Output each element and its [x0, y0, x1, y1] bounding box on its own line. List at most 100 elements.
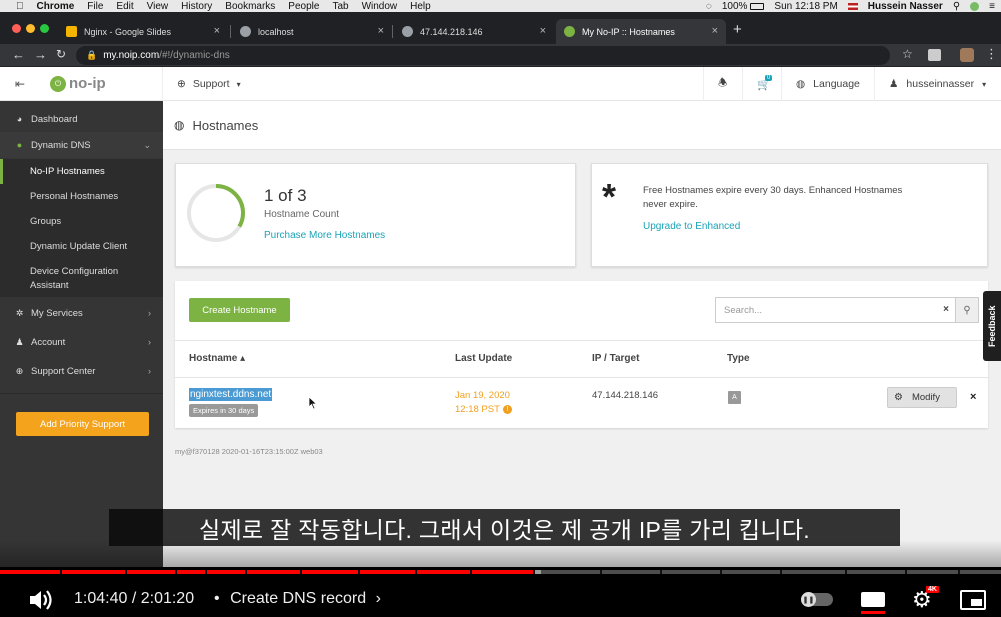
upgrade-link[interactable]: Upgrade to Enhanced — [643, 221, 740, 232]
type-badge: A — [728, 391, 741, 404]
extension-icon[interactable] — [928, 49, 941, 61]
tab-google-slides[interactable]: Nginx - Google Slides × — [58, 19, 228, 44]
search-button[interactable]: ⚲ — [956, 297, 979, 323]
purchase-more-link[interactable]: Purchase More Hostnames — [264, 230, 385, 241]
lock-icon[interactable]: 🔒 — [86, 50, 97, 61]
search-input[interactable]: Search... × — [715, 297, 956, 323]
asterisk-icon: * — [602, 176, 617, 217]
menu-user[interactable]: Hussein Nasser — [868, 1, 943, 12]
menu-help[interactable]: Help — [410, 1, 431, 12]
noip-logo[interactable]: ⏻ no-ip — [50, 75, 106, 92]
address-bar[interactable]: 🔒 my.noip.com /#!/dynamic-dns — [76, 46, 890, 65]
sidebar-item-dashboard[interactable]: ◕ Dashboard — [0, 106, 163, 132]
info-icon[interactable]: ! — [502, 405, 512, 414]
sidebar-item-dynamic-dns[interactable]: ● Dynamic DNS ⌄ — [0, 132, 163, 158]
bookmark-star-icon[interactable]: ☆ — [902, 47, 913, 61]
tab-ip-address[interactable]: 47.144.218.146 × — [394, 19, 554, 44]
new-tab-plus-icon[interactable]: + — [733, 21, 742, 38]
lifebuoy-icon: ⊕ — [15, 365, 24, 376]
url-path: /#!/dynamic-dns — [159, 50, 230, 61]
miniplayer-button[interactable] — [960, 590, 986, 610]
language-menu[interactable]: ◍ Language — [781, 67, 874, 101]
progress-bar[interactable] — [0, 570, 1001, 574]
notice-text-line2: never expire. — [643, 199, 698, 210]
apple-icon[interactable]:  — [16, 1, 24, 12]
close-tab-icon[interactable]: × — [378, 25, 384, 37]
clock[interactable]: Sun 12:18 PM — [774, 1, 837, 12]
create-hostname-button[interactable]: Create Hostname — [189, 298, 290, 322]
noip-logo-text: no-ip — [69, 75, 106, 92]
sidebar-item-account[interactable]: ♟ Account › — [0, 328, 163, 356]
back-arrow-icon[interactable]: ← — [12, 47, 25, 62]
chapter-dot: • — [214, 590, 220, 607]
modify-button[interactable]: ⚙ Modify — [887, 387, 957, 408]
notifications-button[interactable]: 🕭 — [703, 67, 742, 101]
support-menu[interactable]: ⊕ Support ▾ — [163, 67, 248, 101]
profile-avatar[interactable] — [960, 48, 974, 62]
autoplay-toggle[interactable]: ❚❚ — [801, 592, 833, 607]
menu-tab[interactable]: Tab — [332, 1, 348, 12]
zoom-window-button[interactable] — [40, 24, 49, 33]
cart-button[interactable]: 🛒 0 — [742, 67, 781, 101]
menu-history[interactable]: History — [181, 1, 212, 12]
menu-people[interactable]: People — [288, 1, 319, 12]
logo-area: ⇤ ⏻ no-ip — [0, 67, 163, 101]
feedback-tab[interactable]: Feedback — [983, 291, 1001, 361]
battery-percent: 100% — [721, 0, 748, 12]
dashboard-icon: ◕ — [16, 114, 23, 124]
tab-localhost[interactable]: localhost × — [232, 19, 392, 44]
menu-window[interactable]: Window — [362, 1, 398, 12]
sidebar-toggle-icon[interactable]: ⇤ — [15, 77, 25, 91]
close-window-button[interactable] — [12, 24, 21, 33]
menu-view[interactable]: View — [147, 1, 169, 12]
sidebar-item-label: Account — [31, 336, 66, 348]
column-header-last-update: Last Update — [455, 353, 513, 364]
menu-edit[interactable]: Edit — [116, 1, 133, 12]
menu-chrome[interactable]: Chrome — [37, 1, 75, 12]
settings-button[interactable]: ⚙ 4K — [912, 586, 939, 613]
forward-arrow-icon[interactable]: → — [34, 47, 47, 62]
chapter-marker — [905, 570, 907, 574]
siri-icon[interactable] — [970, 1, 980, 11]
chapter-marker — [175, 570, 177, 574]
close-tab-icon[interactable]: × — [540, 25, 546, 37]
browser-tab-strip: Nginx - Google Slides × localhost × 47.1… — [0, 12, 1001, 44]
search-icon: ⚲ — [963, 304, 971, 316]
reload-icon[interactable]: ↻ — [56, 47, 66, 61]
menu-bookmarks[interactable]: Bookmarks — [225, 1, 275, 12]
battery-icon[interactable] — [750, 2, 765, 10]
add-priority-support-button[interactable]: Add Priority Support — [16, 412, 149, 436]
column-header-ip-target: IP / Target — [592, 353, 640, 364]
close-tab-icon[interactable]: × — [712, 25, 718, 37]
captions-button[interactable] — [860, 589, 886, 614]
expires-badge: Expires in 30 days — [189, 404, 259, 417]
sidebar-item-personal-hostnames[interactable]: Personal Hostnames — [0, 184, 163, 209]
notification-list-icon[interactable]: ≡ — [989, 1, 995, 12]
sidebar-item-my-services[interactable]: ✲ My Services › — [0, 299, 163, 327]
delete-x-icon[interactable]: × — [970, 391, 976, 403]
volume-icon[interactable] — [28, 588, 56, 612]
hostname-link[interactable]: nginxtest.ddns.net — [189, 388, 273, 401]
chapter-marker — [245, 570, 247, 574]
menu-file[interactable]: File — [87, 1, 103, 12]
chapter-marker — [958, 570, 960, 574]
sidebar-item-dynamic-update-client[interactable]: Dynamic Update Client — [0, 234, 163, 259]
chapter-marker — [415, 570, 417, 574]
wifi-icon[interactable]: ◌ — [706, 1, 712, 12]
menu-kebab-icon[interactable]: ⋮ — [985, 46, 998, 62]
close-tab-icon[interactable]: × — [214, 25, 220, 37]
sidebar-item-device-config[interactable]: Device Configuration Assistant — [0, 259, 163, 297]
spotlight-search-icon[interactable]: ⚲ — [953, 1, 960, 12]
sidebar-item-groups[interactable]: Groups — [0, 209, 163, 234]
column-header-type: Type — [727, 353, 750, 364]
minimize-window-button[interactable] — [26, 24, 35, 33]
sidebar-item-noip-hostnames[interactable]: No-IP Hostnames — [0, 159, 163, 184]
tab-noip-hostnames[interactable]: My No-IP :: Hostnames × — [556, 19, 726, 44]
chapter-title[interactable]: • Create DNS record › — [214, 590, 381, 608]
sidebar-item-support-center[interactable]: ⊕ Support Center › — [0, 357, 163, 385]
clear-search-icon[interactable]: × — [943, 304, 949, 315]
column-header-hostname[interactable]: Hostname ▴ — [189, 353, 245, 364]
gear-icon: ⚙ — [894, 392, 903, 403]
user-menu[interactable]: ♟ husseinnasser ▾ — [874, 67, 1001, 101]
chapter-marker — [205, 570, 207, 574]
